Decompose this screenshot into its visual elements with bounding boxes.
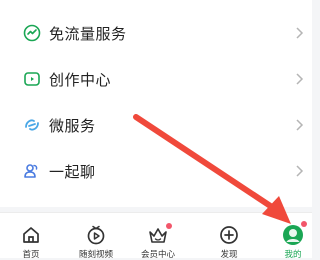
chevron-right-icon [296,119,304,131]
tab-label: 首页 [22,250,40,260]
tab-vip-center[interactable]: 会员中心 [127,213,189,260]
tab-label: 发现 [220,250,238,260]
bottom-tab-bar: 首页 随刻视频 会员中心 发现 我的 [0,212,312,260]
chevron-right-icon [296,165,304,177]
tab-label: 我的 [284,250,302,260]
menu-item-label: 微服务 [49,116,96,135]
notification-badge [166,223,172,229]
menu-item-micro-service[interactable]: 微服务 [0,102,312,148]
vip-crown-icon [147,223,172,246]
notification-badge [301,221,307,227]
tab-home[interactable]: 首页 [0,213,62,260]
menu-item-creation-center[interactable]: 创作中心 [0,56,312,102]
chevron-right-icon [296,73,304,85]
menu-item-label: 免流量服务 [49,24,127,43]
chevron-right-icon [296,27,304,39]
traffic-free-icon [22,23,42,43]
tab-video[interactable]: 随刻视频 [65,213,127,260]
micro-service-icon [22,115,42,135]
video-icon [85,224,107,246]
creation-center-icon [22,69,42,89]
tab-profile[interactable]: 我的 [262,213,320,260]
menu-item-chat-together[interactable]: 一起聊 [0,148,312,194]
menu-item-traffic-free[interactable]: 免流量服务 [0,10,312,56]
tab-label: 随刻视频 [78,250,113,260]
tab-label: 会员中心 [140,250,175,260]
chat-together-icon [22,161,42,181]
settings-menu: 免流量服务 创作中心 微服务 一起聊 [0,0,312,207]
home-icon [20,224,42,246]
menu-item-label: 创作中心 [49,70,112,89]
discover-plus-icon [218,224,240,246]
tab-discover[interactable]: 发现 [198,213,260,260]
menu-item-label: 一起聊 [49,162,96,181]
profile-avatar-icon [282,221,307,246]
